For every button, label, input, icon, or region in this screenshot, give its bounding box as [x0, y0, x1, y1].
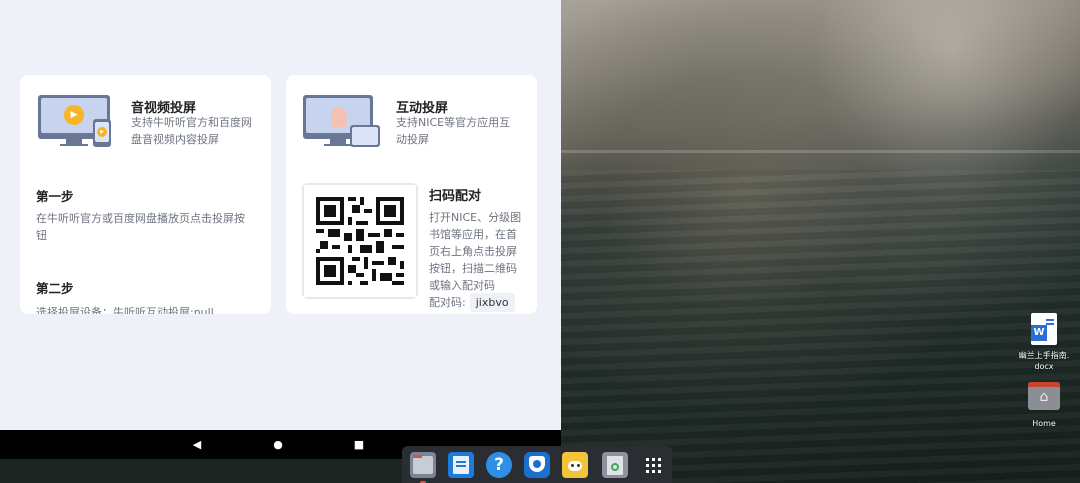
desc-line: 支持NICE等官方应用互	[396, 116, 511, 129]
help-icon[interactable]: ?	[486, 452, 512, 478]
desktop-icon-home[interactable]: ⌂ Home	[1012, 382, 1076, 429]
qr-code-graphic	[304, 185, 416, 297]
scan-line: 书馆等应用，在首	[429, 228, 517, 241]
step1-line: 在牛听听官方或百度网盘播放页点击投屏按	[36, 212, 245, 225]
play-icon: ▶	[64, 105, 84, 125]
interactive-cast-card[interactable]: 互动投屏 支持NICE等官方应用互 动投屏 扫码配对 打开NICE、分级图 书馆…	[286, 75, 537, 314]
grid-icon	[646, 458, 661, 473]
hand-touch-icon	[331, 107, 347, 127]
scan-pair-description: 打开NICE、分级图 书馆等应用，在首 页右上角点击投屏 按钮，扫描二维码 或输…	[429, 209, 529, 294]
card-description: 支持牛听听官方和百度网 盘音视频内容投屏	[131, 114, 261, 148]
tablet-icon	[350, 125, 380, 147]
taskbar-dock: ?	[402, 446, 672, 483]
wallpaper-water	[561, 170, 1080, 483]
monitor-touch-illustration	[303, 95, 383, 149]
desktop-icon-label: 幽兰上手指南. docx	[1018, 351, 1070, 371]
step2-description: 选择投屏设备：牛听听互动投屏:null	[36, 306, 214, 314]
word-doc-icon: W	[1031, 313, 1057, 345]
card-description: 支持NICE等官方应用互 动投屏	[396, 114, 526, 148]
desc-line: 盘音视频内容投屏	[131, 133, 219, 146]
scan-line: 或输入配对码	[429, 279, 495, 292]
step2-title: 第二步	[36, 281, 74, 296]
pair-code-label: 配对码:	[429, 296, 466, 309]
desc-line: 动投屏	[396, 133, 429, 146]
desktop-wallpaper	[561, 0, 1080, 483]
home-button[interactable]: ●	[263, 430, 293, 459]
phone-projection-window: ▶ ▶ 音视频投屏 支持牛听听官方和百度网 盘音视频内容投屏 第一步 在牛听听官…	[0, 0, 561, 430]
desktop-icon-word-doc[interactable]: W 幽兰上手指南. docx	[1012, 313, 1076, 372]
files-icon[interactable]	[410, 452, 436, 478]
qr-code	[302, 183, 418, 299]
phone-icon: ▶	[93, 119, 111, 147]
recents-button[interactable]: ■	[344, 430, 374, 459]
scan-line: 页右上角点击投屏	[429, 245, 517, 258]
app-store-icon[interactable]	[562, 452, 588, 478]
desc-line: 支持牛听听官方和百度网	[131, 116, 252, 129]
pair-code-value: jixbvo	[469, 293, 515, 312]
recycle-bin-icon[interactable]	[602, 452, 628, 478]
step1-title: 第一步	[36, 189, 74, 204]
document-editor-icon[interactable]	[448, 452, 474, 478]
audio-video-cast-card[interactable]: ▶ ▶ 音视频投屏 支持牛听听官方和百度网 盘音视频内容投屏 第一步 在牛听听官…	[20, 75, 271, 314]
monitor-phone-illustration: ▶ ▶	[38, 95, 114, 149]
scan-pair-title: 扫码配对	[429, 189, 482, 204]
app-launcher-icon[interactable]	[640, 452, 666, 478]
scan-line: 打开NICE、分级图	[429, 211, 522, 224]
browser-icon[interactable]	[524, 452, 550, 478]
home-folder-icon: ⌂	[1028, 382, 1060, 410]
desktop-icon-label: Home	[1032, 419, 1056, 428]
back-button[interactable]: ◀	[182, 430, 212, 459]
step1-description: 在牛听听官方或百度网盘播放页点击投屏按 钮	[36, 210, 261, 244]
scan-line: 按钮，扫描二维码	[429, 262, 517, 275]
step1-line: 钮	[36, 229, 47, 242]
pair-code-row: 配对码: jixbvo	[429, 293, 515, 312]
